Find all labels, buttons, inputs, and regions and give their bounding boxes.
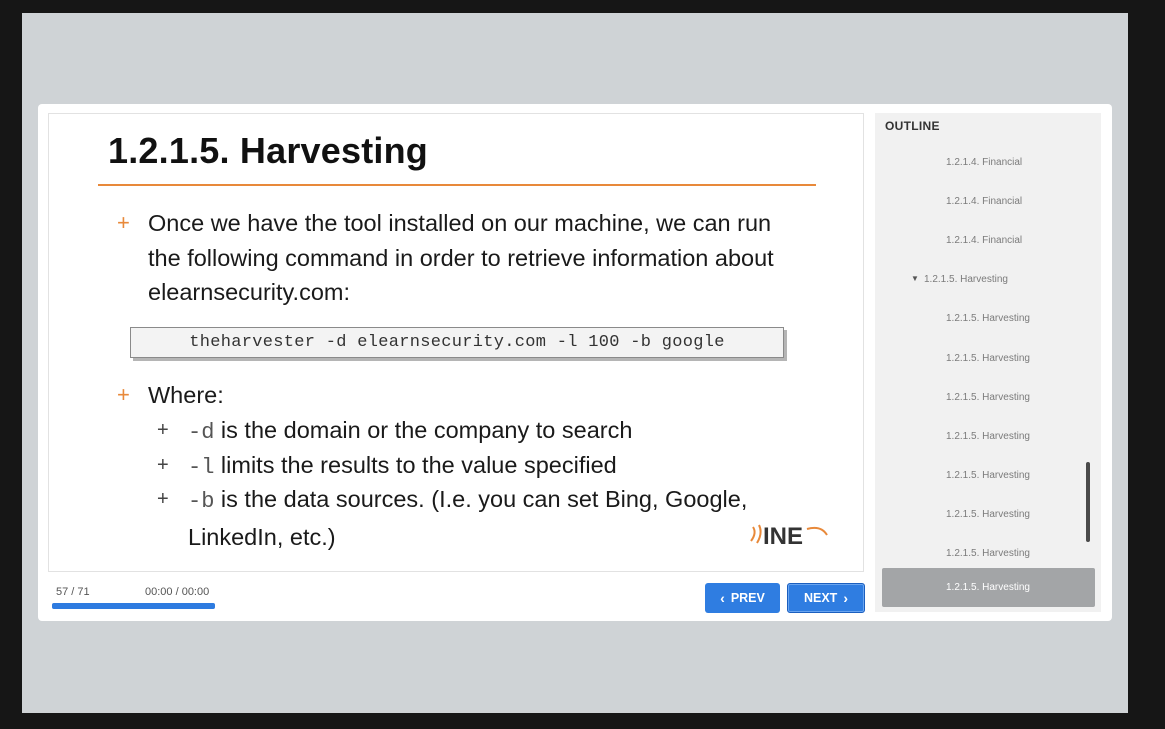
next-button[interactable]: NEXT › <box>787 583 865 613</box>
plus-bullet-icon: + <box>157 488 169 510</box>
outline-item-label: 1.2.1.5. Harvesting <box>946 582 1030 593</box>
outline-item-label: 1.2.1.5. Harvesting <box>946 509 1030 520</box>
next-label: NEXT <box>803 591 838 605</box>
outline-item-label: 1.2.1.5. Harvesting <box>924 274 1008 285</box>
plus-bullet-icon: + <box>157 419 169 441</box>
plus-bullet-icon: + <box>117 210 130 235</box>
plus-bullet-icon: + <box>117 382 130 407</box>
outline-item[interactable]: 1.2.1.4. Financial <box>875 178 1101 217</box>
sub-bullet-text: -l limits the results to the value speci… <box>188 448 798 486</box>
chevron-right-icon: › <box>843 590 848 606</box>
outline-section-harvesting[interactable]: ▼ 1.2.1.5. Harvesting <box>875 256 1101 295</box>
flag-code: -d <box>188 420 215 445</box>
outline-item-label: 1.2.1.5. Harvesting <box>946 548 1030 559</box>
outline-panel: OUTLINE 1.2.1.4. Financial 1.2.1.4. Fina… <box>875 113 1101 612</box>
slide-counter: 57 / 71 <box>56 586 90 598</box>
outline-scrollbar[interactable] <box>1086 462 1090 542</box>
sub-bullet-text: -b is the data sources. (I.e. you can se… <box>188 482 798 554</box>
outline-title: OUTLINE <box>885 119 940 133</box>
bullet-where: + Where: <box>117 378 317 413</box>
bullet-text: Where: <box>148 382 224 408</box>
ine-logo: INE <box>750 523 828 549</box>
outline-item[interactable]: 1.2.1.5. Harvesting <box>875 374 1101 413</box>
outline-item[interactable]: 1.2.1.5. Harvesting <box>875 295 1101 334</box>
title-divider <box>98 184 816 186</box>
outline-item[interactable]: 1.2.1.5. Harvesting <box>875 530 1101 569</box>
slide-title: 1.2.1.5. Harvesting <box>108 130 428 171</box>
outline-item-label: 1.2.1.4. Financial <box>946 235 1023 246</box>
bullet-install: + Once we have the tool installed on our… <box>117 206 797 316</box>
outline-item-label: 1.2.1.5. Harvesting <box>946 392 1030 403</box>
player-controls: 57 / 71 00:00 / 00:00 ‹ PREV NEXT › <box>48 580 865 616</box>
outline-item-label: 1.2.1.5. Harvesting <box>946 431 1030 442</box>
outline-item[interactable]: 1.2.1.4. Financial <box>875 139 1101 178</box>
flag-code: -b <box>188 489 215 514</box>
outline-item[interactable]: 1.2.1.4. Financial <box>875 217 1101 256</box>
outline-item-label: 1.2.1.4. Financial <box>946 196 1023 207</box>
flag-description: is the data sources. (I.e. you can set B… <box>188 486 748 550</box>
chevron-left-icon: ‹ <box>720 590 725 606</box>
outline-item[interactable]: 1.2.1.5. Harvesting <box>875 413 1101 452</box>
caret-down-icon[interactable]: ▼ <box>911 274 919 283</box>
sub-bullet-l: + -l limits the results to the value spe… <box>157 448 797 483</box>
outline-item[interactable]: 1.2.1.5. Harvesting <box>875 491 1101 530</box>
progress-bar[interactable] <box>52 603 215 609</box>
logo-text: INE <box>763 523 803 549</box>
prev-label: PREV <box>730 591 765 605</box>
flag-code: -l <box>188 455 215 480</box>
prev-button[interactable]: ‹ PREV <box>705 583 780 613</box>
outline-item-active[interactable]: 1.2.1.5. Harvesting <box>882 568 1095 607</box>
outline-item[interactable]: 1.2.1.5. Harvesting <box>875 335 1101 374</box>
flag-description: is the domain or the company to search <box>214 417 633 443</box>
sub-bullet-b: + -b is the data sources. (I.e. you can … <box>157 482 797 552</box>
outline-item-label: 1.2.1.4. Financial <box>946 157 1023 168</box>
bullet-text: Once we have the tool installed on our m… <box>148 210 774 305</box>
outline-item[interactable]: 1.2.1.5. Harvesting <box>875 452 1101 491</box>
outline-item-label: 1.2.1.5. Harvesting <box>946 470 1030 481</box>
slide-content: 1.2.1.5. Harvesting + Once we have the t… <box>48 113 864 572</box>
sub-bullet-text: -d is the domain or the company to searc… <box>188 413 798 451</box>
timer: 00:00 / 00:00 <box>145 586 210 598</box>
progress-fill <box>52 603 215 609</box>
command-box: theharvester -d elearnsecurity.com -l 10… <box>130 327 784 358</box>
outline-item-label: 1.2.1.5. Harvesting <box>946 353 1030 364</box>
flag-description: limits the results to the value specifie… <box>214 452 617 478</box>
outline-item-label: 1.2.1.5. Harvesting <box>946 313 1030 324</box>
plus-bullet-icon: + <box>157 454 169 476</box>
sub-bullet-d: + -d is the domain or the company to sea… <box>157 413 797 448</box>
